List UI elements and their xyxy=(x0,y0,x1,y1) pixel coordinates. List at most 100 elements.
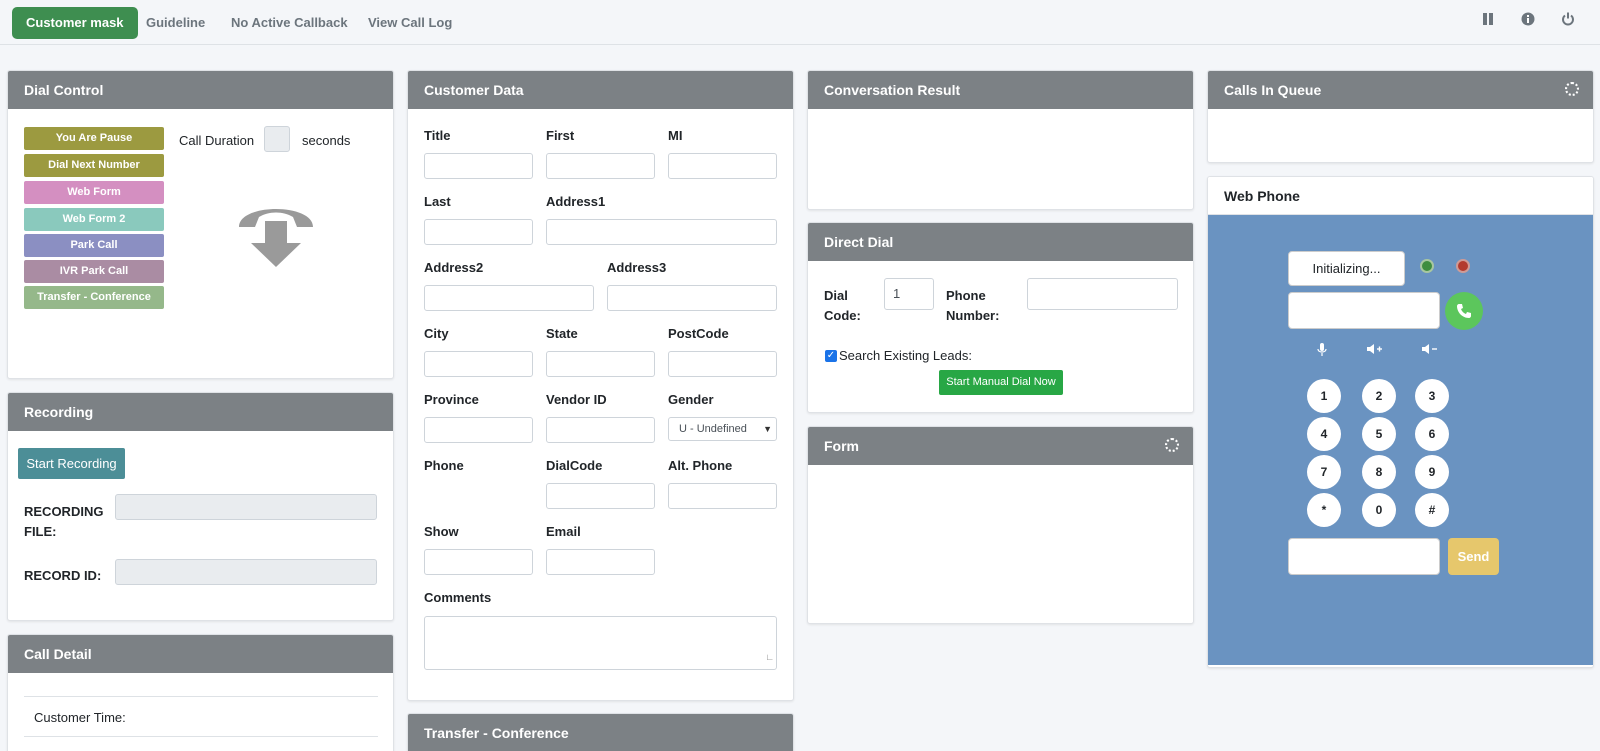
province-label: Province xyxy=(424,392,479,407)
alt-phone-input[interactable] xyxy=(668,483,777,509)
last-name-input[interactable] xyxy=(424,219,533,245)
address2-label: Address2 xyxy=(424,260,484,275)
mi-input[interactable] xyxy=(668,153,777,179)
form-title: Form xyxy=(824,438,859,454)
search-existing-leads-checkbox[interactable]: ✓ xyxy=(825,350,837,362)
address3-input[interactable] xyxy=(607,285,777,311)
dialpad-key-2[interactable]: 2 xyxy=(1362,379,1396,413)
transfer-conference-card: Transfer - Conference xyxy=(407,713,794,751)
power-icon[interactable] xyxy=(1560,12,1576,28)
recording-file-field xyxy=(115,494,377,520)
dial-control-card: Dial Control You Are Pause Dial Next Num… xyxy=(7,70,394,379)
microphone-icon[interactable] xyxy=(1313,343,1331,360)
dial-control-header: Dial Control xyxy=(8,71,393,109)
calls-in-queue-card: Calls In Queue xyxy=(1207,70,1594,163)
calls-in-queue-title: Calls In Queue xyxy=(1224,82,1322,98)
first-name-input[interactable] xyxy=(546,153,655,179)
conversation-result-header: Conversation Result xyxy=(808,71,1193,109)
address1-input[interactable] xyxy=(546,219,777,245)
dialpad-key-9[interactable]: 9 xyxy=(1415,455,1449,489)
volume-down-icon[interactable] xyxy=(1421,343,1439,358)
alt-phone-label: Alt. Phone xyxy=(668,458,733,473)
gender-select-value: U - Undefined xyxy=(679,423,747,435)
dialpad-key-8[interactable]: 8 xyxy=(1362,455,1396,489)
phone-number-input[interactable] xyxy=(1027,278,1178,310)
transfer-conference-header: Transfer - Conference xyxy=(408,714,793,751)
transfer-conference-button[interactable]: Transfer - Conference xyxy=(24,286,164,309)
email-input[interactable] xyxy=(546,549,655,575)
vendor-id-label: Vendor ID xyxy=(546,392,607,407)
recording-header: Recording xyxy=(8,393,393,431)
title-input[interactable] xyxy=(424,153,533,179)
form-card: Form xyxy=(807,426,1194,624)
form-header: Form xyxy=(808,427,1193,465)
web-phone-card: Web Phone Initializing... 1 2 3 4 5 6 7 … xyxy=(1207,176,1594,668)
city-input[interactable] xyxy=(424,351,533,377)
start-manual-dial-button[interactable]: Start Manual Dial Now xyxy=(939,370,1063,395)
title-label: Title xyxy=(424,128,451,143)
you-are-pause-button[interactable]: You Are Pause xyxy=(24,127,164,150)
loading-spinner-icon xyxy=(1565,82,1579,96)
dialpad-key-star[interactable]: * xyxy=(1307,493,1341,527)
web-form-button[interactable]: Web Form xyxy=(24,181,164,204)
dial-code-label: Dial Code: xyxy=(824,288,861,323)
dtmf-input[interactable] xyxy=(1288,538,1440,575)
dialpad-key-3[interactable]: 3 xyxy=(1415,379,1449,413)
call-button[interactable] xyxy=(1445,292,1483,330)
phone-number-label: Phone Number: xyxy=(946,288,1000,323)
dialpad-key-4[interactable]: 4 xyxy=(1307,417,1341,451)
customer-time-label: Customer Time: xyxy=(34,710,126,725)
web-form-2-button[interactable]: Web Form 2 xyxy=(24,208,164,231)
divider xyxy=(24,736,378,737)
dialcode-input[interactable] xyxy=(546,483,655,509)
status-led-green xyxy=(1420,259,1434,273)
dialpad-key-hash[interactable]: # xyxy=(1415,493,1449,527)
gender-select[interactable]: U - Undefined ▼ xyxy=(668,417,777,441)
dial-phone-icon[interactable] xyxy=(235,199,317,274)
show-input[interactable] xyxy=(424,549,533,575)
tab-guideline[interactable]: Guideline xyxy=(132,7,219,39)
postcode-input[interactable] xyxy=(668,351,777,377)
dial-code-input[interactable]: 1 xyxy=(884,278,934,310)
dial-next-number-button[interactable]: Dial Next Number xyxy=(24,154,164,177)
gender-label: Gender xyxy=(668,392,714,407)
state-input[interactable] xyxy=(546,351,655,377)
park-call-button[interactable]: Park Call xyxy=(24,234,164,257)
ivr-park-call-button[interactable]: IVR Park Call xyxy=(24,260,164,283)
record-id-field xyxy=(115,559,377,585)
start-recording-button[interactable]: Start Recording xyxy=(18,448,125,479)
phone-number-input[interactable] xyxy=(1288,292,1440,329)
volume-up-icon[interactable] xyxy=(1366,343,1384,358)
address2-input[interactable] xyxy=(424,285,594,311)
email-label: Email xyxy=(546,524,581,539)
comments-textarea[interactable]: ∟ xyxy=(424,616,777,670)
record-id-label: RECORD ID: xyxy=(24,568,102,583)
last-label: Last xyxy=(424,194,451,209)
dialpad-key-5[interactable]: 5 xyxy=(1362,417,1396,451)
province-input[interactable] xyxy=(424,417,533,443)
call-detail-card: Call Detail Customer Time: xyxy=(7,634,394,751)
status-led-red xyxy=(1456,259,1470,273)
dialpad-key-0[interactable]: 0 xyxy=(1362,493,1396,527)
tab-customer-mask[interactable]: Customer mask xyxy=(12,7,138,39)
address3-label: Address3 xyxy=(607,260,667,275)
search-existing-leads-label: Search Existing Leads: xyxy=(839,348,972,363)
dialpad-key-7[interactable]: 7 xyxy=(1307,455,1341,489)
tab-view-call-log[interactable]: View Call Log xyxy=(354,7,466,39)
dialpad-key-6[interactable]: 6 xyxy=(1415,417,1449,451)
show-label: Show xyxy=(424,524,459,539)
state-label: State xyxy=(546,326,578,341)
vendor-id-input[interactable] xyxy=(546,417,655,443)
send-button[interactable]: Send xyxy=(1448,538,1499,575)
dialpad-key-1[interactable]: 1 xyxy=(1307,379,1341,413)
pause-icon[interactable] xyxy=(1480,12,1496,28)
customer-data-card: Customer Data Title First MI Last Addres… xyxy=(407,70,794,701)
recording-file-label: RECORDING FILE: xyxy=(24,504,104,539)
resize-handle-icon[interactable]: ∟ xyxy=(765,645,774,669)
tab-no-active-callback[interactable]: No Active Callback xyxy=(217,7,362,39)
top-navigation: Customer mask Guideline No Active Callba… xyxy=(0,0,1600,45)
first-label: First xyxy=(546,128,575,143)
info-icon[interactable] xyxy=(1520,12,1536,28)
city-label: City xyxy=(424,326,449,341)
call-detail-header: Call Detail xyxy=(8,635,393,673)
